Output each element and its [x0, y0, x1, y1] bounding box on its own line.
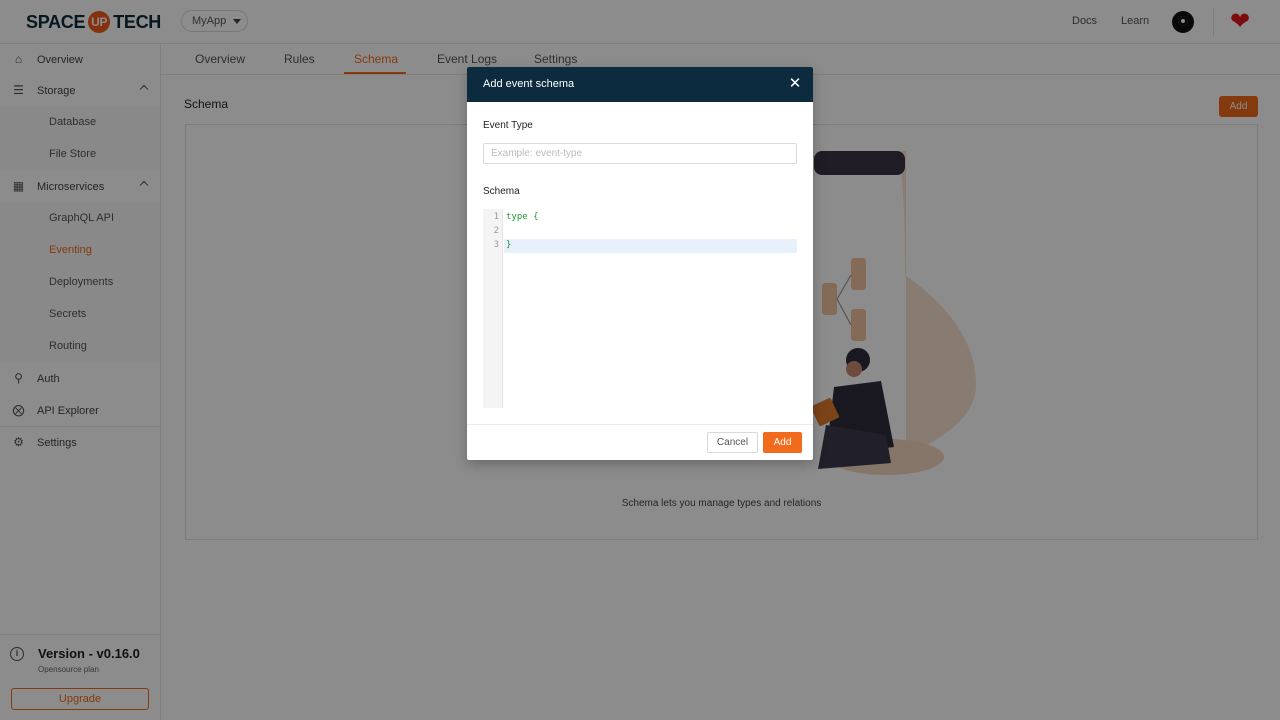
- add-event-schema-modal: Add event schema ✕ Event Type Schema 1 2…: [467, 67, 813, 460]
- event-type-input[interactable]: [483, 143, 797, 164]
- line-number: 2: [493, 226, 499, 236]
- event-type-label: Event Type: [483, 120, 533, 131]
- active-line-highlight: [504, 239, 797, 253]
- code-line: }: [506, 240, 512, 250]
- close-icon[interactable]: ✕: [787, 75, 803, 93]
- line-number: 1: [493, 212, 499, 222]
- modal-header: Add event schema ✕: [467, 67, 813, 102]
- schema-label: Schema: [483, 186, 520, 197]
- add-button[interactable]: Add: [763, 432, 802, 453]
- code-line: type {: [506, 212, 539, 222]
- modal-footer-divider: [467, 424, 813, 425]
- modal-title: Add event schema: [483, 78, 575, 90]
- cancel-button[interactable]: Cancel: [707, 432, 758, 453]
- editor-gutter: 1 2 3: [483, 209, 503, 408]
- line-number: 3: [493, 240, 499, 250]
- schema-code-editor[interactable]: 1 2 3 type { }: [483, 209, 797, 408]
